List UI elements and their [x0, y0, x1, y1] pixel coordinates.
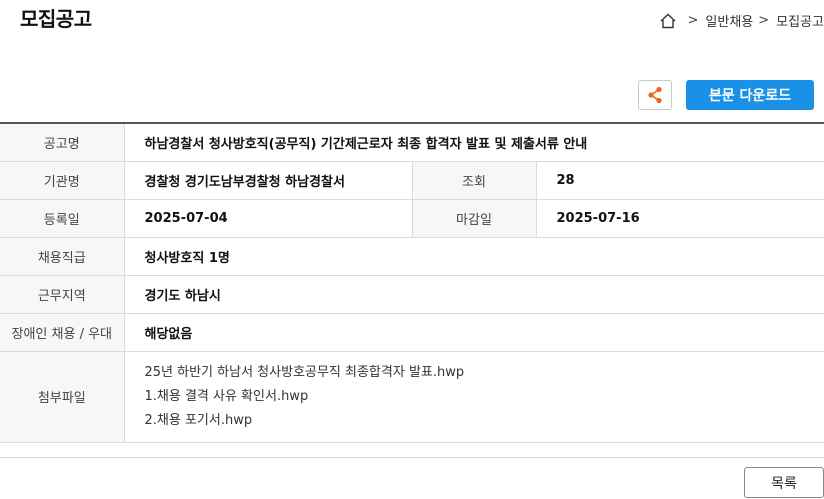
- home-icon[interactable]: [659, 12, 677, 30]
- job-info-table: 공고명 하남경찰서 청사방호직(공무직) 기간제근로자 최종 합격자 발표 및 …: [0, 122, 824, 443]
- views-value: 28: [536, 161, 824, 200]
- title-value: 하남경찰서 청사방호직(공무직) 기간제근로자 최종 합격자 발표 및 제출서류…: [124, 122, 824, 162]
- attachments-value: 25년 하반기 하남서 청사방호공무직 최종합격자 발표.hwp 1.채용 결격…: [124, 351, 824, 443]
- reg-date-value: 2025-07-04: [124, 199, 412, 238]
- attachment-link[interactable]: 25년 하반기 하남서 청사방호공무직 최종합격자 발표.hwp: [145, 361, 805, 385]
- attachment-list: 25년 하반기 하남서 청사방호공무직 최종합격자 발표.hwp 1.채용 결격…: [145, 361, 805, 433]
- attachment-link[interactable]: 2.채용 포기서.hwp: [145, 409, 805, 433]
- breadcrumb-separator: >: [687, 13, 699, 28]
- disability-value: 해당없음: [124, 313, 824, 352]
- table-row: 채용직급 청사방호직 1명: [0, 237, 824, 276]
- location-label: 근무지역: [0, 275, 125, 314]
- table-row: 장애인 채용 / 우대 해당없음: [0, 313, 824, 352]
- attachment-link[interactable]: 1.채용 결격 사유 확인서.hwp: [145, 385, 805, 409]
- table-row: 기관명 경찰청 경기도남부경찰청 하남경찰서 조회 28: [0, 161, 824, 200]
- breadcrumb: > 일반채용 > 모집공고: [659, 11, 824, 30]
- location-value: 경기도 하남시: [124, 275, 824, 314]
- deadline-value: 2025-07-16: [536, 199, 824, 238]
- breadcrumb-item-general-hiring[interactable]: 일반채용: [705, 11, 753, 30]
- table-row: 등록일 2025-07-04 마감일 2025-07-16: [0, 199, 824, 238]
- org-value: 경찰청 경기도남부경찰청 하남경찰서: [124, 161, 412, 200]
- attachments-label: 첨부파일: [0, 351, 125, 443]
- reg-date-label: 등록일: [0, 199, 125, 238]
- disability-label: 장애인 채용 / 우대: [0, 313, 125, 352]
- list-button[interactable]: 목록: [744, 467, 824, 498]
- views-label: 조회: [411, 161, 537, 200]
- download-content-button[interactable]: 본문 다운로드: [686, 80, 814, 110]
- share-icon: [648, 86, 662, 104]
- table-row: 첨부파일 25년 하반기 하남서 청사방호공무직 최종합격자 발표.hwp 1.…: [0, 351, 824, 443]
- table-row: 공고명 하남경찰서 청사방호직(공무직) 기간제근로자 최종 합격자 발표 및 …: [0, 122, 824, 162]
- position-label: 채용직급: [0, 237, 125, 276]
- breadcrumb-separator: >: [758, 13, 770, 28]
- page-title: 모집공고: [20, 7, 92, 31]
- divider: [0, 457, 824, 458]
- table-row: 근무지역 경기도 하남시: [0, 275, 824, 314]
- share-button[interactable]: [638, 80, 672, 110]
- deadline-label: 마감일: [411, 199, 537, 238]
- title-label: 공고명: [0, 122, 125, 162]
- org-label: 기관명: [0, 161, 125, 200]
- position-value: 청사방호직 1명: [124, 237, 824, 276]
- breadcrumb-item-recruitment[interactable]: 모집공고: [776, 11, 824, 30]
